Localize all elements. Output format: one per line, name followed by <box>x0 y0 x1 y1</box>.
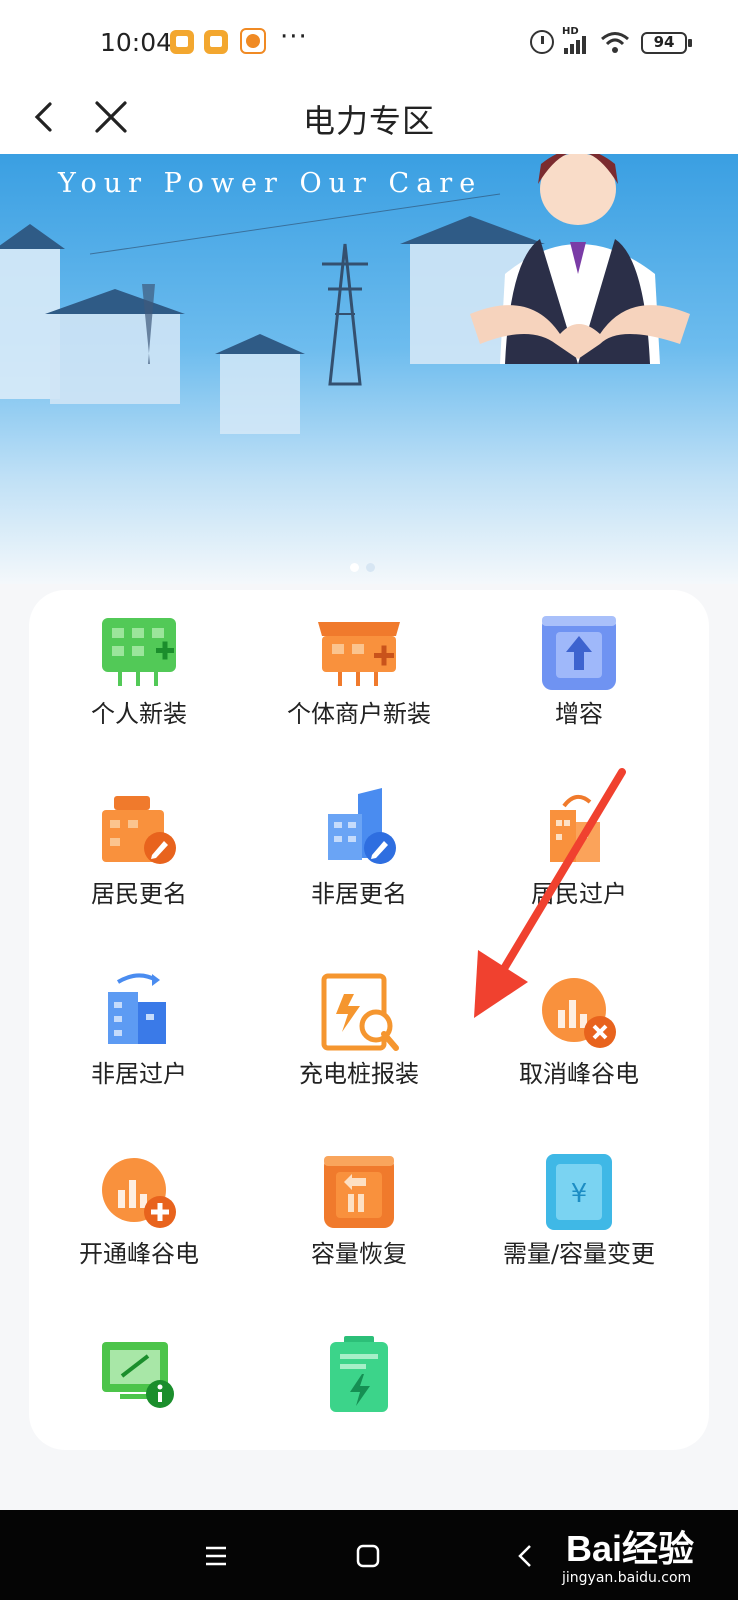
service-label: 开通峰谷电 <box>79 1240 199 1268</box>
cancel-peak-valley-icon <box>542 978 616 1048</box>
message-notification-icon <box>170 30 194 54</box>
alarm-icon <box>530 30 554 54</box>
service-new-personal[interactable]: 个人新装 <box>29 590 249 740</box>
service-nonresident-transfer[interactable]: 非居过户 <box>29 950 249 1100</box>
banner-pagination <box>350 563 380 573</box>
service-resident-transfer[interactable]: 居民过户 <box>469 770 689 920</box>
nonresident-rename-icon <box>328 788 396 864</box>
page-title: 电力专区 <box>302 102 435 140</box>
service-cancel-peak-valley[interactable]: 取消峰谷电 <box>469 950 689 1100</box>
svg-text:¥: ¥ <box>571 1179 588 1209</box>
back-nav-icon[interactable] <box>508 1538 544 1574</box>
new-merchant-icon <box>318 622 400 686</box>
service-battery-doc[interactable] <box>249 1310 469 1460</box>
service-label: 充电桩报装 <box>299 1060 419 1088</box>
capacity-increase-icon <box>542 616 616 690</box>
service-new-merchant[interactable]: 个体商户新装 <box>249 590 469 740</box>
battery-doc-icon <box>330 1336 388 1412</box>
status-time: 10:04 <box>100 28 173 57</box>
service-demand-change[interactable]: ¥ 需量/容量变更 <box>469 1130 689 1280</box>
service-label: 增容 <box>555 700 603 728</box>
service-label: 需量/容量变更 <box>502 1240 656 1268</box>
new-personal-icon <box>102 618 176 686</box>
service-capacity-increase[interactable]: 增容 <box>469 590 689 740</box>
service-label: 非居更名 <box>311 880 407 908</box>
nonresident-transfer-icon <box>108 973 166 1044</box>
banner-dot-active <box>350 563 359 572</box>
menu-icon[interactable] <box>198 1538 234 1574</box>
resident-rename-icon <box>102 796 176 864</box>
capacity-restore-icon <box>324 1156 394 1228</box>
nav-bar: 电力专区 <box>0 80 738 154</box>
banner-illustration <box>0 154 690 434</box>
service-resident-rename[interactable]: 居民更名 <box>29 770 249 920</box>
wifi-icon <box>601 32 629 53</box>
promo-banner[interactable]: Your Power Our Care <box>0 154 738 584</box>
demand-change-icon: ¥ <box>546 1154 612 1230</box>
more-notifications-indicator: ··· <box>280 22 308 52</box>
banner-dot <box>366 563 375 572</box>
baidu-jingyan-watermark: Bai经验 jingyan.baidu.com <box>552 1514 732 1594</box>
message-notification-icon <box>204 30 228 54</box>
service-label: 取消峰谷电 <box>519 1060 639 1088</box>
service-label: 居民更名 <box>91 880 187 908</box>
home-icon[interactable] <box>350 1538 386 1574</box>
resident-transfer-icon <box>550 794 600 862</box>
service-charging-pile[interactable]: 充电桩报装 <box>249 950 469 1100</box>
watermark-logo: Bai经验 <box>566 1528 695 1569</box>
open-peak-valley-icon <box>102 1158 176 1228</box>
service-grid: 个人新装 个体商户新装 增容 居民更名 非居更名 居民过户 非居过户 充电桩报装… <box>29 590 709 1450</box>
service-label: 非居过户 <box>91 1060 187 1088</box>
watermark-url: jingyan.baidu.com <box>562 1570 692 1586</box>
service-label: 个体商户新装 <box>287 700 431 728</box>
service-label: 个人新装 <box>91 700 187 728</box>
banner-slogan: Your Power Our Care <box>58 168 483 199</box>
service-capacity-restore[interactable]: 容量恢复 <box>249 1130 469 1280</box>
power-cut-info-icon <box>102 1342 174 1408</box>
service-open-peak-valley[interactable]: 开通峰谷电 <box>29 1130 249 1280</box>
uc-browser-icon <box>240 28 266 54</box>
service-label: 容量恢复 <box>311 1240 407 1268</box>
service-label: 居民过户 <box>531 880 627 908</box>
service-nonresident-rename[interactable]: 非居更名 <box>249 770 469 920</box>
status-bar: 10:04 ··· HD 94 <box>0 0 738 80</box>
battery-indicator: 94 <box>641 32 692 54</box>
service-power-cut-info[interactable] <box>29 1310 249 1460</box>
charging-pile-icon <box>321 973 399 1051</box>
signal-icon <box>562 36 590 54</box>
